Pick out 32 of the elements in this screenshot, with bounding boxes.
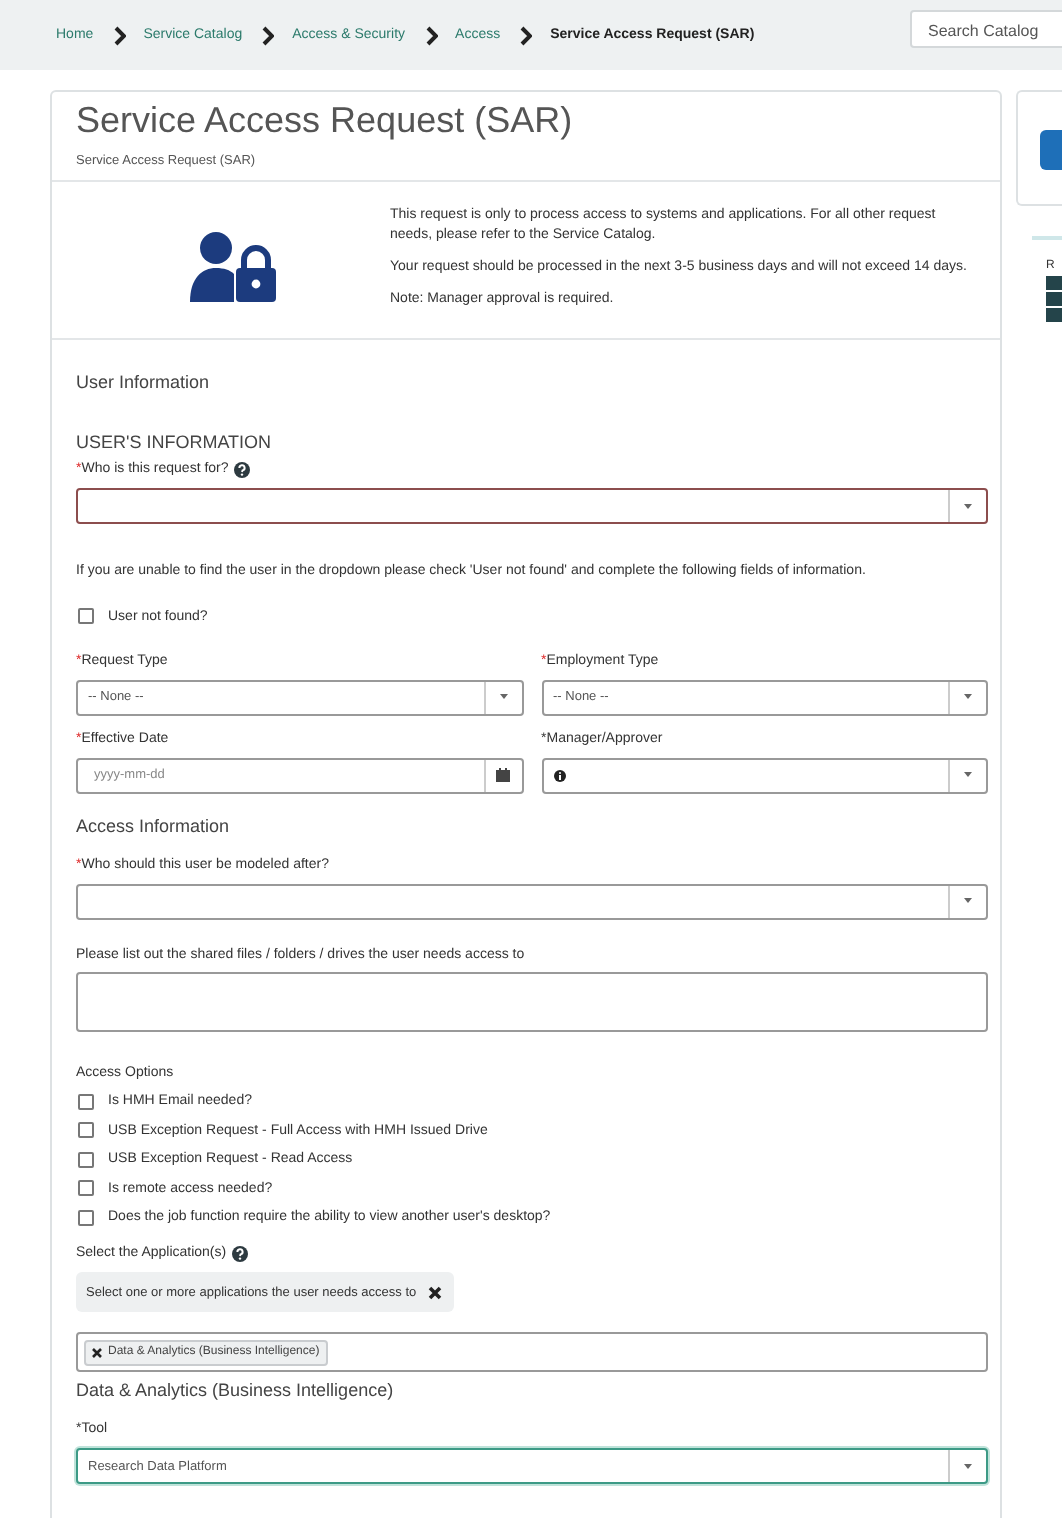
- reference-field[interactable]: [541, 757, 988, 793]
- checkbox[interactable]: [78, 1209, 94, 1226]
- calendar-icon: [496, 768, 510, 782]
- remove-icon: [92, 1347, 102, 1357]
- chevron-icon: [260, 25, 275, 45]
- caret-icon: [964, 1463, 972, 1469]
- close-icon: [428, 1285, 443, 1299]
- section-heading: USER'S INFORMATION: [76, 432, 274, 452]
- info-icon: [553, 769, 565, 781]
- text-area[interactable]: [76, 971, 988, 1031]
- checkbox[interactable]: [78, 1180, 94, 1197]
- page-title: Service Access Request (SAR): [76, 100, 575, 142]
- dropdown-field[interactable]: [76, 883, 988, 919]
- chevron-icon: [423, 25, 438, 45]
- search-field[interactable]: Search Catalog: [910, 10, 1062, 48]
- tab-underline: [1032, 236, 1062, 240]
- chevron-icon: [518, 25, 533, 45]
- caret-icon: [964, 898, 972, 904]
- section-title: Access Information: [76, 815, 232, 835]
- chevron-icon: [111, 25, 126, 45]
- caret-icon: [499, 694, 507, 700]
- section-title: Data & Analytics (Business Intelligence): [76, 1380, 396, 1400]
- dropdown-field[interactable]: [76, 488, 988, 524]
- user-lock-icon: [189, 230, 277, 304]
- caret-icon: [964, 694, 972, 700]
- checkbox[interactable]: [78, 1151, 94, 1168]
- section-title: User Information: [76, 372, 212, 392]
- caret-icon: [964, 772, 972, 778]
- checkbox[interactable]: [78, 608, 94, 625]
- caret-icon: [964, 503, 972, 509]
- checkbox[interactable]: [78, 1093, 94, 1110]
- checkbox[interactable]: [78, 1122, 94, 1139]
